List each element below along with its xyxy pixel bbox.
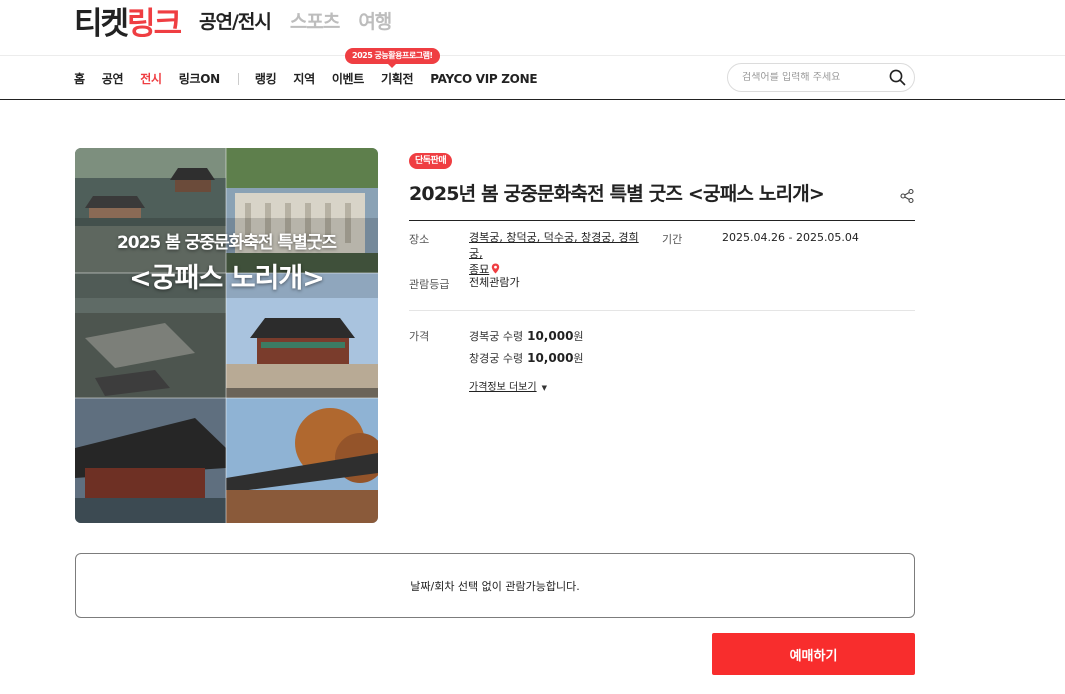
nav-home[interactable]: 홈 bbox=[74, 70, 85, 87]
category-travel[interactable]: 여행 bbox=[358, 8, 392, 36]
price-amount: 10,000 bbox=[527, 351, 574, 365]
nav-special[interactable]: 기획전 bbox=[381, 70, 414, 87]
more-price-info-link[interactable]: 가격정보 더보기 ▼ bbox=[469, 378, 547, 393]
caret-down-icon: ▼ bbox=[541, 384, 547, 392]
venue-link-line1[interactable]: 경복궁, 창덕궁, 덕수궁, 창경궁, 경희궁, bbox=[469, 231, 639, 260]
price-item-name: 창경궁 수령 bbox=[469, 352, 524, 365]
main-category-nav: 공연/전시 스포츠 여행 bbox=[199, 8, 392, 36]
nav-ranking[interactable]: 랭킹 bbox=[255, 70, 277, 87]
search-input[interactable] bbox=[742, 72, 888, 83]
sub-nav: 홈 공연 전시 링크ON 랭킹 지역 이벤트 기획전 PAYCO VIP ZON… bbox=[0, 48, 1065, 100]
top-header: 티켓링크 공연/전시 스포츠 여행 bbox=[0, 0, 1065, 56]
nav-payco-vip-zone[interactable]: PAYCO VIP ZONE bbox=[430, 72, 537, 86]
product-title: 2025년 봄 궁중문화축전 특별 굿즈 <궁패스 노리개> bbox=[409, 181, 915, 221]
price-unit: 원 bbox=[573, 330, 584, 343]
product-info: 단독판매 2025년 봄 궁중문화축전 특별 굿즈 <궁패스 노리개> 장소 경… bbox=[409, 148, 915, 393]
booking-notice-box: 날짜/회차 선택 없이 관람가능합니다. bbox=[75, 553, 915, 618]
palace-collage-image bbox=[75, 148, 378, 523]
period-label: 기간 bbox=[662, 233, 683, 246]
logo-prefix: 티켓 bbox=[74, 6, 129, 42]
exclusive-sale-badge: 단독판매 bbox=[409, 153, 453, 169]
price-label: 가격 bbox=[409, 330, 430, 343]
logo-accent: 링크 bbox=[127, 6, 182, 42]
rating-value: 전체관람가 bbox=[469, 276, 520, 289]
nav-region[interactable]: 지역 bbox=[293, 70, 315, 87]
poster-title-line1: 2025 봄 궁중문화축전 특별굿즈 bbox=[116, 233, 337, 253]
more-price-label: 가격정보 더보기 bbox=[469, 382, 537, 393]
category-performance-exhibition[interactable]: 공연/전시 bbox=[199, 8, 272, 36]
poster-title-line2: <궁패스 노리개> bbox=[129, 263, 325, 294]
rating-label: 관람등급 bbox=[409, 278, 450, 291]
period-value: 2025.04.26 - 2025.05.04 bbox=[722, 231, 859, 244]
info-divider bbox=[409, 310, 915, 311]
venue-label: 장소 bbox=[409, 233, 430, 246]
nav-performance[interactable]: 공연 bbox=[102, 70, 124, 87]
venue-value: 경복궁, 창덕궁, 덕수궁, 창경궁, 경희궁, 종묘 bbox=[469, 230, 649, 279]
nav-divider bbox=[237, 72, 239, 85]
event-promo-badge[interactable]: 2025 궁능활용프로그램! bbox=[345, 48, 440, 68]
search-icon[interactable] bbox=[888, 69, 906, 87]
book-button[interactable]: 예매하기 bbox=[712, 633, 915, 675]
product-poster[interactable]: 2025 봄 궁중문화축전 특별굿즈 <궁패스 노리개> bbox=[75, 148, 378, 523]
price-amount: 10,000 bbox=[527, 329, 574, 343]
price-item-name: 경복궁 수령 bbox=[469, 330, 524, 343]
category-sports[interactable]: 스포츠 bbox=[290, 8, 340, 36]
price-unit: 원 bbox=[573, 352, 584, 365]
price-item-gyeongbokgung: 경복궁 수령 10,000원 bbox=[469, 328, 584, 344]
nav-link-on[interactable]: 링크ON bbox=[179, 70, 220, 87]
share-icon[interactable] bbox=[899, 188, 915, 204]
ticketlink-logo[interactable]: 티켓링크 bbox=[74, 4, 182, 44]
sub-nav-menu: 홈 공연 전시 링크ON 랭킹 지역 이벤트 기획전 PAYCO VIP ZON… bbox=[74, 70, 554, 87]
nav-exhibition[interactable]: 전시 bbox=[140, 70, 162, 87]
price-item-changgyeonggung: 창경궁 수령 10,000원 bbox=[469, 350, 584, 366]
nav-event[interactable]: 이벤트 bbox=[332, 70, 365, 87]
search-box bbox=[727, 63, 915, 92]
booking-notice-text: 날짜/회차 선택 없이 관람가능합니다. bbox=[410, 579, 580, 593]
